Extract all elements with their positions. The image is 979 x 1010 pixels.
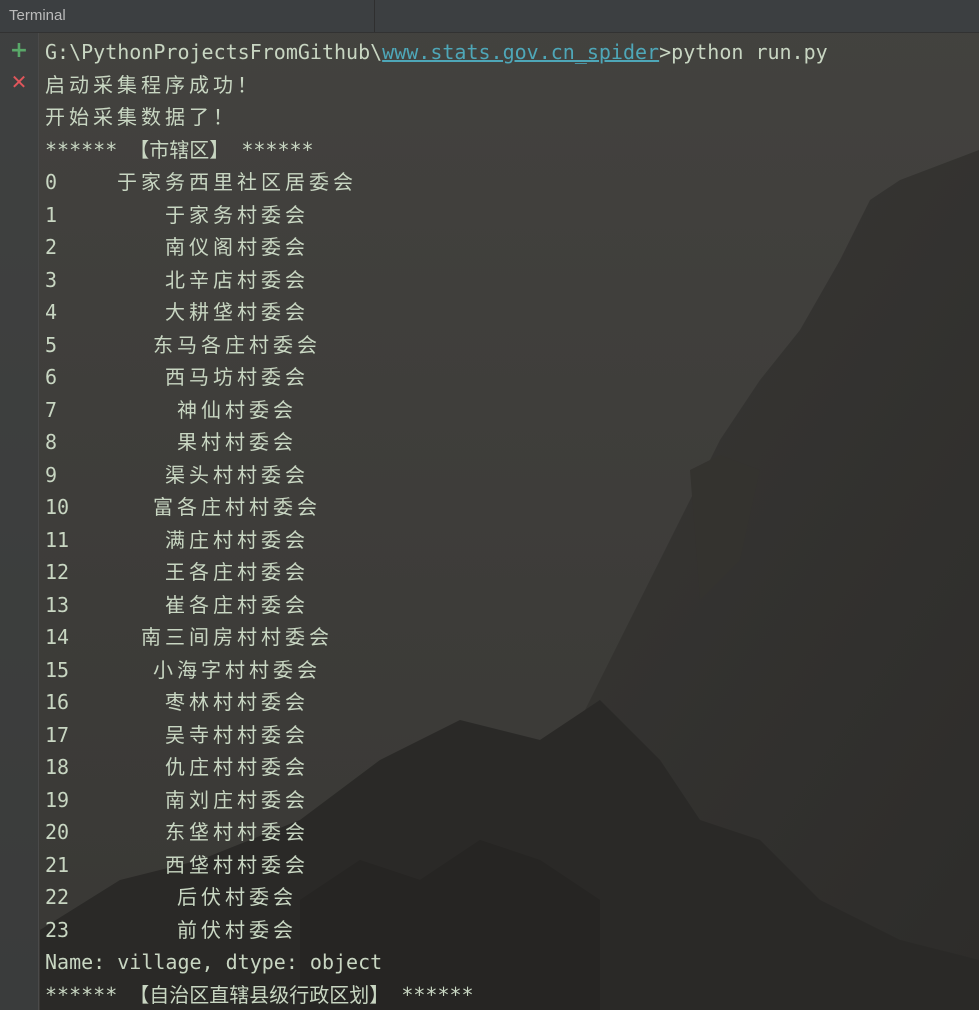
series-row: 17 吴寺村村委会 (45, 719, 828, 752)
row-index: 8 (45, 430, 58, 454)
window-title: Terminal (9, 7, 66, 24)
series-row: 18 仇庄村村委会 (45, 751, 828, 784)
row-village-name: 东马各庄村委会 (153, 332, 321, 357)
row-index: 5 (45, 332, 58, 357)
start-success-message: 启动采集程序成功！ (45, 72, 261, 97)
series-row: 21 西垡村村委会 (45, 849, 828, 882)
row-index: 7 (45, 397, 58, 422)
series-row: 20 东垡村村委会 (45, 816, 828, 849)
row-index: 19 (45, 787, 70, 812)
terminal-gutter: + ✕ (0, 33, 39, 1010)
row-index: 11 (45, 527, 70, 552)
series-row: 6 西马坊村委会 (45, 361, 828, 394)
series-row: 23 前伏村委会 (45, 914, 828, 947)
series-row: 13 崔各庄村委会 (45, 589, 828, 622)
row-index: 9 (45, 462, 58, 487)
row-index: 16 (45, 690, 70, 714)
series-row: 1 于家务村委会 (45, 199, 828, 232)
row-index: 21 (45, 852, 70, 877)
series-row: 12 王各庄村委会 (45, 556, 828, 589)
series-row: 4 大耕垡村委会 (45, 296, 828, 329)
series-row: 0 于家务西里社区居委会 (45, 166, 828, 199)
row-village-name: 前伏村委会 (177, 917, 297, 942)
row-index: 20 (45, 820, 70, 844)
row-village-name: 渠头村村委会 (165, 462, 309, 487)
row-village-name: 满庄村村委会 (165, 527, 309, 552)
row-village-name: 果村村委会 (177, 430, 297, 454)
series-row: 22 后伏村委会 (45, 881, 828, 914)
row-village-name: 枣林村村委会 (165, 690, 309, 714)
title-bar-divider (374, 0, 375, 32)
series-row: 7 神仙村委会 (45, 394, 828, 427)
row-village-name: 小海字村村委会 (153, 657, 321, 682)
row-village-name: 南仪阁村委会 (165, 235, 309, 259)
series-row: 2 南仪阁村委会 (45, 231, 828, 264)
series-row: 14 南三间房村村委会 (45, 621, 828, 654)
row-index: 10 (45, 495, 70, 519)
series-row: 16 枣林村村委会 (45, 686, 828, 719)
row-index: 3 (45, 267, 58, 292)
dtype-line: Name: village, dtype: object (45, 950, 383, 974)
row-index: 14 (45, 625, 70, 649)
row-index: 12 (45, 560, 70, 584)
row-index: 17 (45, 722, 70, 747)
village-rows: 0 于家务西里社区居委会 1 于家务村委会 2 南仪阁村委会 3 北辛店村委会 4 大耕垡村委会 5… (45, 166, 828, 946)
row-index: 0 (45, 170, 58, 194)
terminal-window: Terminal + ✕ G:\PythonProjectsFromGithub… (0, 0, 979, 1010)
path-link[interactable]: www.stats.gov.cn_spider (382, 40, 659, 64)
prompt-command: >python run.py (659, 40, 828, 64)
series-row: 10 富各庄村村委会 (45, 491, 828, 524)
row-village-name: 后伏村委会 (177, 885, 297, 909)
start-collect-message: 开始采集数据了！ (45, 105, 237, 129)
row-index: 6 (45, 365, 58, 389)
series-row: 15 小海字村村委会 (45, 654, 828, 687)
console-output: G:\PythonProjectsFromGithub\www.stats.go… (45, 36, 828, 1010)
series-row: 9 渠头村村委会 (45, 459, 828, 492)
series-row: 19 南刘庄村委会 (45, 784, 828, 817)
section-header: ****** 【市辖区】 ****** (45, 137, 314, 162)
row-village-name: 西垡村村委会 (165, 852, 309, 877)
row-index: 23 (45, 917, 70, 942)
row-village-name: 东垡村村委会 (165, 820, 309, 844)
row-village-name: 南三间房村村委会 (141, 625, 333, 649)
row-village-name: 吴寺村村委会 (165, 722, 309, 747)
series-row: 8 果村村委会 (45, 426, 828, 459)
row-village-name: 西马坊村委会 (165, 365, 309, 389)
row-village-name: 崔各庄村委会 (165, 592, 309, 617)
row-village-name: 富各庄村村委会 (153, 495, 321, 519)
row-index: 2 (45, 235, 58, 259)
plus-icon[interactable]: + (9, 40, 29, 62)
row-village-name: 南刘庄村委会 (165, 787, 309, 812)
row-index: 18 (45, 755, 70, 779)
series-row: 3 北辛店村委会 (45, 264, 828, 297)
series-row: 5 东马各庄村委会 (45, 329, 828, 362)
row-village-name: 王各庄村委会 (165, 560, 309, 584)
row-index: 4 (45, 300, 58, 324)
row-village-name: 于家务村委会 (165, 202, 309, 227)
row-index: 1 (45, 202, 58, 227)
row-village-name: 北辛店村委会 (165, 267, 309, 292)
prompt-line: G:\PythonProjectsFromGithub\www.stats.go… (45, 36, 828, 69)
row-index: 13 (45, 592, 70, 617)
section-header: ****** 【自治区直辖县级行政区划】 ****** (45, 982, 474, 1007)
row-village-name: 于家务西里社区居委会 (117, 170, 357, 194)
row-village-name: 神仙村委会 (177, 397, 297, 422)
row-village-name: 仇庄村村委会 (165, 755, 309, 779)
series-row: 11 满庄村村委会 (45, 524, 828, 557)
prompt-path: G:\PythonProjectsFromGithub\ (45, 40, 383, 64)
row-village-name: 大耕垡村委会 (165, 300, 309, 324)
close-icon[interactable]: ✕ (9, 72, 29, 92)
title-bar: Terminal (0, 0, 979, 33)
row-index: 15 (45, 657, 70, 682)
row-index: 22 (45, 885, 70, 909)
